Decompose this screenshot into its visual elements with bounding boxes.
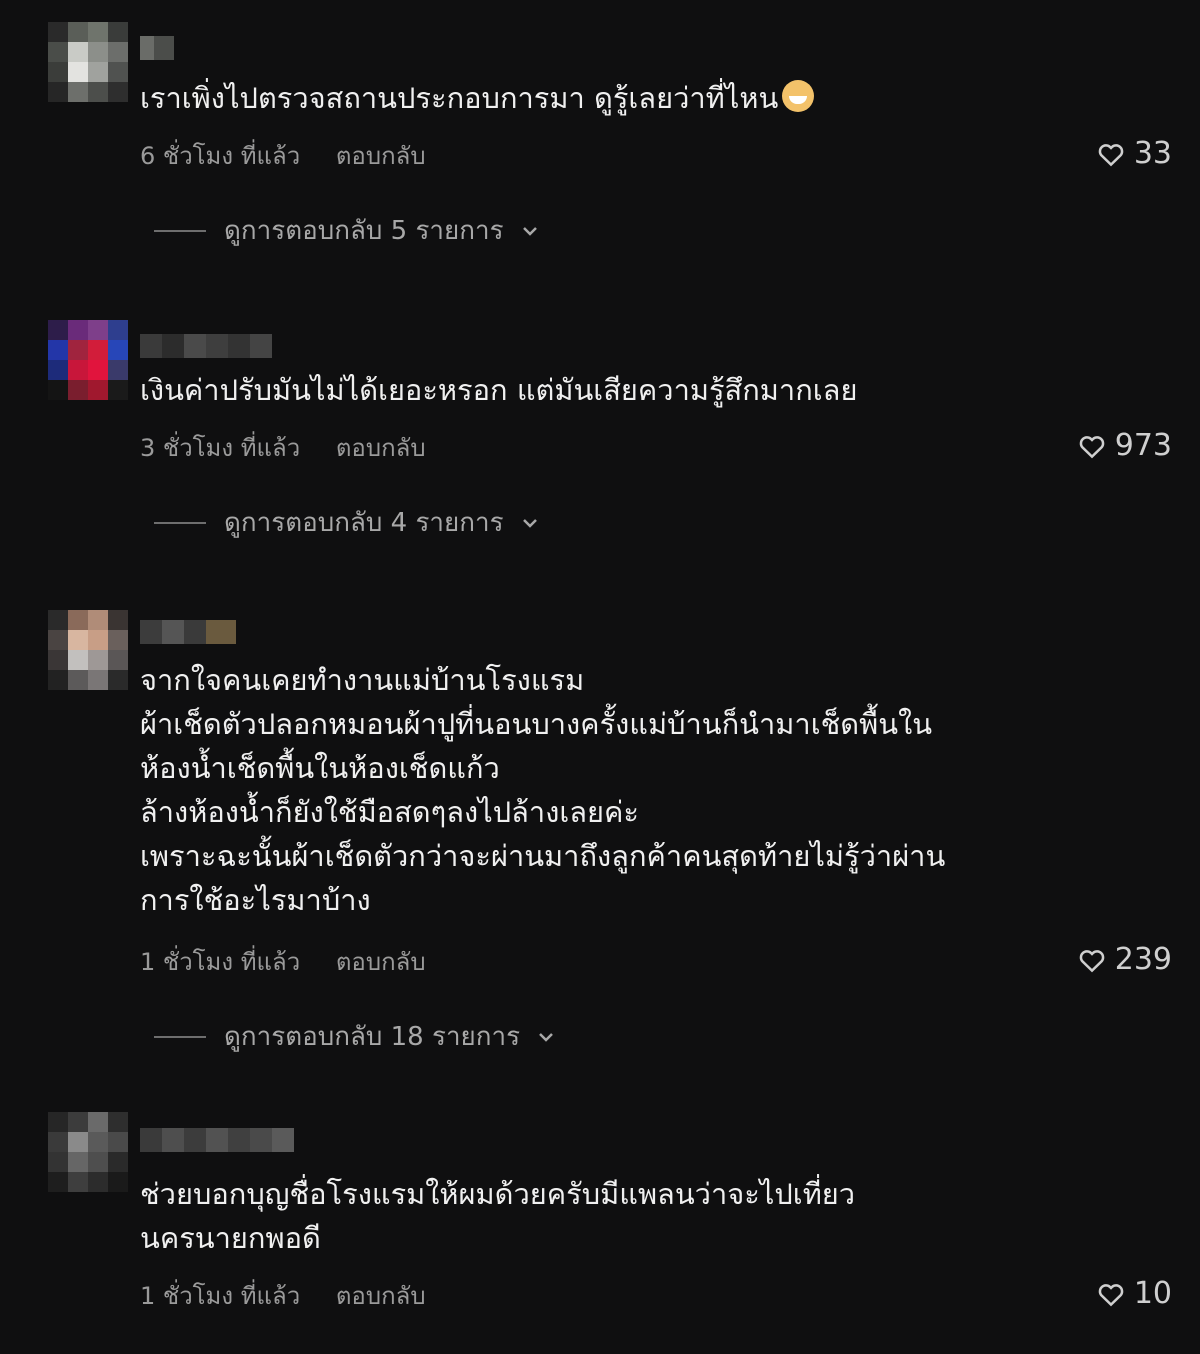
comment-text-line: ผ้าเช็ดตัวปลอกหมอนผ้าปูที่นอนบางครั้งแม่… [140,707,933,741]
comment-text-line: เพราะฉะนั้นผ้าเช็ดตัวกว่าจะผ่านมาถึงลูกค… [140,839,946,873]
comment-text-line: เราเพิ่งไปตรวจสถานประกอบการมา ดูรู้เลยว่… [140,81,779,115]
chevron-down-icon [522,226,537,236]
like-button[interactable]: 973 [1077,428,1172,463]
avatar[interactable] [48,610,128,690]
like-count: 33 [1133,136,1172,171]
view-replies-label: ดูการตอบกลับ 5 รายการ [224,216,504,246]
avatar[interactable] [48,22,128,102]
heart-icon [1079,435,1105,458]
comment-text: เงินค่าปรับมันไม่ได้เยอะหรอก แต่มันเสียค… [140,368,1040,412]
heart-icon [1079,949,1105,972]
divider [154,1035,206,1038]
view-replies-button[interactable]: ดูการตอบกลับ 4 รายการ [154,502,542,543]
like-count: 973 [1114,428,1172,463]
like-count: 239 [1114,942,1172,977]
view-replies-label: ดูการตอบกลับ 18 รายการ [224,1022,521,1052]
like-button[interactable]: 239 [1077,942,1172,977]
view-replies-button[interactable]: ดูการตอบกลับ 5 รายการ [154,210,542,251]
comment-text-line: ล้างห้องน้ำก็ยังใช้มือสดๆลงไปล้างเลยค่ะ [140,795,640,829]
chevron-down-icon [522,518,537,528]
timestamp: 1 ชั่วโมง ที่แล้ว [140,1282,301,1310]
username-redacted[interactable] [140,36,174,60]
comment-text: จากใจคนเคยทำงานแม่บ้านโรงแรม ผ้าเช็ดตัวป… [140,658,1040,922]
heart-icon [1098,1283,1124,1306]
comment-text-line: จากใจคนเคยทำงานแม่บ้านโรงแรม [140,663,585,697]
reply-button[interactable]: ตอบกลับ [336,434,426,462]
comment-meta: 1 ชั่วโมง ที่แล้ว ตอบกลับ [140,1276,426,1315]
timestamp: 3 ชั่วโมง ที่แล้ว [140,434,301,462]
like-button[interactable]: 33 [1096,136,1172,171]
comment-text: เราเพิ่งไปตรวจสถานประกอบการมา ดูรู้เลยว่… [140,76,1040,120]
timestamp: 1 ชั่วโมง ที่แล้ว [140,948,301,976]
heart-icon [1098,143,1124,166]
username-redacted[interactable] [140,620,236,644]
comment-meta: 1 ชั่วโมง ที่แล้ว ตอบกลับ [140,942,426,981]
comment-text-line: นครนายกพอดี [140,1221,321,1255]
comment-meta: 3 ชั่วโมง ที่แล้ว ตอบกลับ [140,428,426,467]
username-redacted[interactable] [140,334,272,358]
view-replies-button[interactable]: ดูการตอบกลับ 18 รายการ [154,1016,558,1057]
view-replies-label: ดูการตอบกลับ 4 รายการ [224,508,504,538]
avatar[interactable] [48,320,128,400]
reply-button[interactable]: ตอบกลับ [336,1282,426,1310]
reply-button[interactable]: ตอบกลับ [336,142,426,170]
username-redacted[interactable] [140,1128,294,1152]
chevron-down-icon [539,1032,553,1042]
grinning-face-emoji-icon [782,80,815,112]
like-count: 10 [1133,1276,1172,1311]
avatar[interactable] [48,1112,128,1192]
divider [154,521,206,524]
comment-text: ช่วยบอกบุญชื่อโรงแรมให้ผมด้วยครับมีแพลนว… [140,1172,1040,1260]
divider [154,229,206,232]
timestamp: 6 ชั่วโมง ที่แล้ว [140,142,301,170]
comment-text-line: ช่วยบอกบุญชื่อโรงแรมให้ผมด้วยครับมีแพลนว… [140,1177,856,1211]
like-button[interactable]: 10 [1096,1276,1172,1311]
comment-text-line: ห้องน้ำเช็ดพื้นในห้องเช็ดแก้ว [140,751,500,785]
comment-text-line: เงินค่าปรับมันไม่ได้เยอะหรอก แต่มันเสียค… [140,373,858,407]
comment-text-line: การใช้อะไรมาบ้าง [140,883,371,917]
comment-meta: 6 ชั่วโมง ที่แล้ว ตอบกลับ [140,136,426,175]
reply-button[interactable]: ตอบกลับ [336,948,426,976]
